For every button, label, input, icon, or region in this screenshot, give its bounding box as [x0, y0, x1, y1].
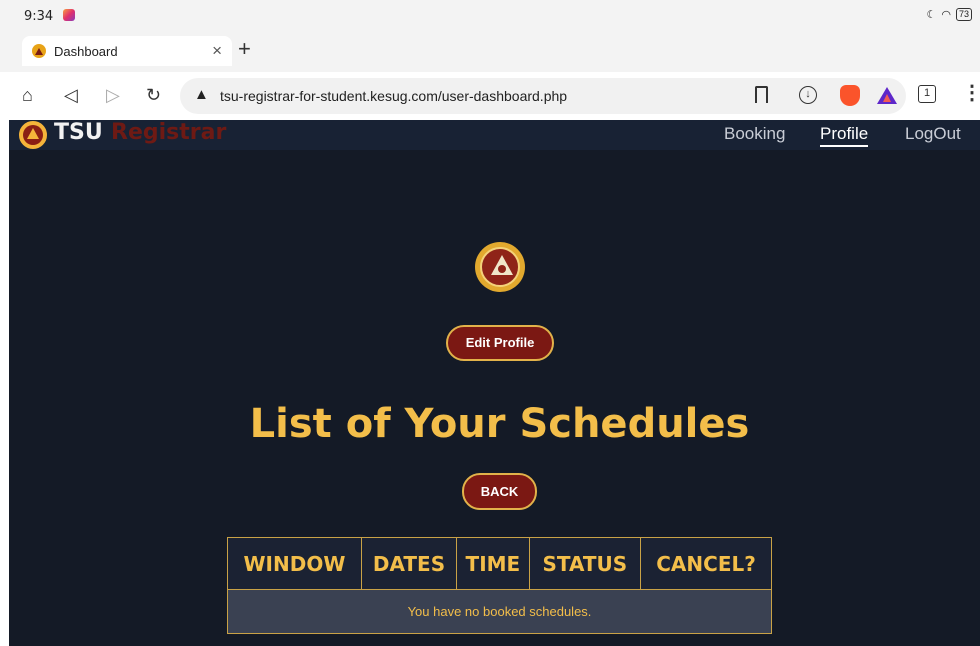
instagram-notification-icon	[63, 9, 75, 21]
schedules-table: WINDOW DATES TIME STATUS CANCEL? You hav…	[227, 537, 772, 634]
column-dates: DATES	[360, 537, 458, 590]
home-icon[interactable]: ⌂	[22, 84, 33, 106]
tabs-icon[interactable]: 1	[918, 85, 936, 103]
edit-profile-button[interactable]: Edit Profile	[446, 325, 554, 361]
table-header-row: WINDOW DATES TIME STATUS CANCEL?	[227, 537, 772, 590]
column-cancel: CANCEL?	[640, 537, 772, 590]
battery-icon: 73	[955, 8, 972, 21]
tsu-logo-icon[interactable]	[19, 121, 47, 149]
nav-logout[interactable]: LogOut	[905, 124, 961, 144]
tab-dashboard[interactable]: Dashboard ×	[22, 36, 232, 66]
column-time: TIME	[456, 537, 530, 590]
wifi-icon: ◠	[941, 9, 951, 21]
nav-profile[interactable]: Profile	[820, 124, 869, 147]
bookmark-icon[interactable]	[755, 86, 768, 103]
back-icon[interactable]: ◁	[64, 84, 78, 106]
tab-strip: Dashboard × +	[0, 30, 980, 72]
browser-toolbar: ⌂ ◁ ▷ ↻ ▲ tsu-registrar-for-student.kesu…	[0, 72, 980, 120]
tab-title: Dashboard	[54, 44, 118, 59]
brand-registrar[interactable]: Registrar	[111, 120, 226, 145]
page-title: List of Your Schedules	[249, 401, 750, 447]
university-seal-icon	[475, 242, 525, 292]
aurora-icon[interactable]	[877, 87, 897, 104]
download-icon[interactable]: ↓	[799, 86, 817, 104]
tsu-favicon-icon	[32, 44, 46, 58]
empty-message: You have no booked schedules.	[227, 589, 772, 634]
nav-booking[interactable]: Booking	[724, 124, 785, 144]
back-button[interactable]: BACK	[462, 473, 537, 510]
brave-shield-icon[interactable]	[840, 85, 860, 106]
not-secure-icon[interactable]: ▲	[194, 86, 209, 103]
status-time: 9:34	[24, 9, 54, 24]
web-page: TSU Registrar Booking Profile LogOut Edi…	[9, 120, 980, 646]
url-text[interactable]: tsu-registrar-for-student.kesug.com/user…	[220, 88, 567, 104]
column-window: WINDOW	[227, 537, 362, 590]
moon-icon: ☾	[926, 9, 937, 21]
status-indicators: ☾ ◠ 73	[926, 8, 972, 21]
close-tab-icon[interactable]: ×	[212, 41, 222, 61]
forward-icon[interactable]: ▷	[106, 84, 120, 106]
table-row: You have no booked schedules.	[227, 589, 772, 634]
new-tab-button[interactable]: +	[238, 38, 251, 60]
site-navbar: TSU Registrar Booking Profile LogOut	[9, 120, 980, 150]
status-bar: 9:34 ☾ ◠ 73	[0, 0, 980, 30]
menu-icon[interactable]: ⋮	[962, 83, 980, 103]
reload-icon[interactable]: ↻	[146, 84, 161, 106]
address-bar[interactable]: ▲ tsu-registrar-for-student.kesug.com/us…	[180, 78, 906, 114]
column-status: STATUS	[528, 537, 642, 590]
brand-tsu[interactable]: TSU	[54, 120, 103, 145]
